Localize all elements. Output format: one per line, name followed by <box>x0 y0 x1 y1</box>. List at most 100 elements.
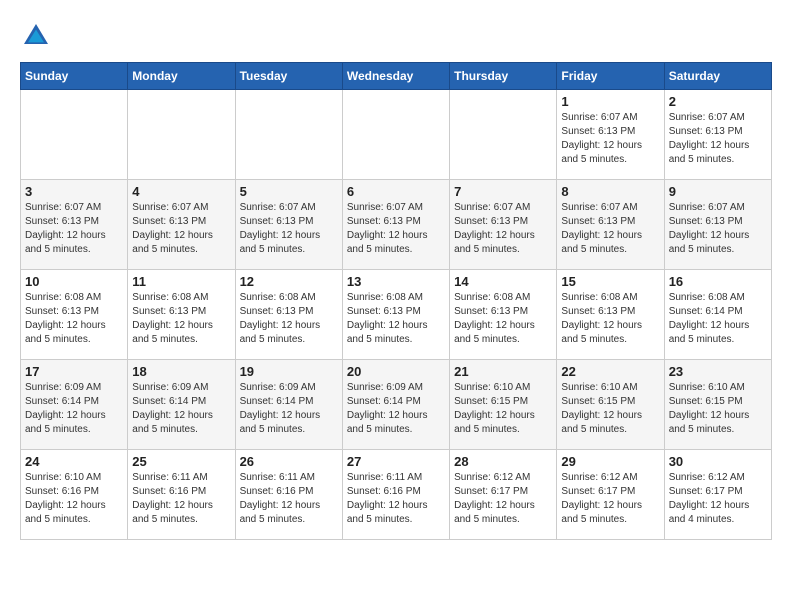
calendar-cell: 20 Sunrise: 6:09 AMSunset: 6:14 PMDayligh… <box>342 360 449 450</box>
day-info: Sunrise: 6:08 AMSunset: 6:13 PMDaylight:… <box>454 291 552 347</box>
calendar-cell: 19 Sunrise: 6:09 AMSunset: 6:14 PMDayligh… <box>235 360 342 450</box>
week-row-4: 24Sunrise: 6:10 AMSunset: 6:16 PMDayligh… <box>21 450 772 540</box>
day-number: 14 <box>454 274 552 289</box>
calendar-cell: 2 Sunrise: 6:07 AMSunset: 6:13 PMDaylight… <box>664 90 771 180</box>
day-info: Sunrise: 6:08 AMSunset: 6:14 PMDaylight:… <box>669 291 767 347</box>
calendar-cell: 16 Sunrise: 6:08 AMSunset: 6:14 PMDayligh… <box>664 270 771 360</box>
day-info: Sunrise: 6:09 AMSunset: 6:14 PMDaylight:… <box>132 381 230 437</box>
calendar-cell: 14 Sunrise: 6:08 AMSunset: 6:13 PMDayligh… <box>450 270 557 360</box>
day-info: Sunrise: 6:12 AMSunset: 6:17 PMDaylight:… <box>561 471 659 527</box>
day-info: Sunrise: 6:11 AMSunset: 6:16 PMDaylight:… <box>132 471 230 527</box>
calendar-cell: 6 Sunrise: 6:07 AMSunset: 6:13 PMDaylight… <box>342 180 449 270</box>
day-info: Sunrise: 6:08 AMSunset: 6:13 PMDaylight:… <box>347 291 445 347</box>
day-number: 7 <box>454 184 552 199</box>
day-info: Sunrise: 6:07 AMSunset: 6:13 PMDaylight:… <box>454 201 552 257</box>
calendar-cell: 17 Sunrise: 6:09 AMSunset: 6:14 PMDayligh… <box>21 360 128 450</box>
week-row-0: 1 Sunrise: 6:07 AMSunset: 6:13 PMDaylight… <box>21 90 772 180</box>
calendar-cell <box>342 90 449 180</box>
calendar-cell: 15Sunrise: 6:08 AMSunset: 6:13 PMDayligh… <box>557 270 664 360</box>
day-info: Sunrise: 6:07 AMSunset: 6:13 PMDaylight:… <box>132 201 230 257</box>
day-number: 19 <box>240 364 338 379</box>
day-info: Sunrise: 6:08 AMSunset: 6:13 PMDaylight:… <box>25 291 123 347</box>
day-info: Sunrise: 6:07 AMSunset: 6:13 PMDaylight:… <box>669 111 767 167</box>
day-info: Sunrise: 6:08 AMSunset: 6:13 PMDaylight:… <box>561 291 659 347</box>
day-number: 22 <box>561 364 659 379</box>
day-info: Sunrise: 6:12 AMSunset: 6:17 PMDaylight:… <box>669 471 767 527</box>
calendar-cell: 27 Sunrise: 6:11 AMSunset: 6:16 PMDayligh… <box>342 450 449 540</box>
day-number: 27 <box>347 454 445 469</box>
calendar-cell: 28Sunrise: 6:12 AMSunset: 6:17 PMDayligh… <box>450 450 557 540</box>
day-info: Sunrise: 6:09 AMSunset: 6:14 PMDaylight:… <box>25 381 123 437</box>
day-number: 1 <box>561 94 659 109</box>
day-number: 18 <box>132 364 230 379</box>
calendar-cell: 23 Sunrise: 6:10 AMSunset: 6:15 PMDayligh… <box>664 360 771 450</box>
day-info: Sunrise: 6:11 AMSunset: 6:16 PMDaylight:… <box>240 471 338 527</box>
day-number: 9 <box>669 184 767 199</box>
logo <box>20 20 56 52</box>
day-number: 8 <box>561 184 659 199</box>
day-info: Sunrise: 6:07 AMSunset: 6:13 PMDaylight:… <box>561 111 659 167</box>
day-number: 3 <box>25 184 123 199</box>
day-number: 17 <box>25 364 123 379</box>
calendar-cell: 24Sunrise: 6:10 AMSunset: 6:16 PMDayligh… <box>21 450 128 540</box>
calendar-body: 1 Sunrise: 6:07 AMSunset: 6:13 PMDaylight… <box>21 90 772 540</box>
calendar-cell: 18 Sunrise: 6:09 AMSunset: 6:14 PMDayligh… <box>128 360 235 450</box>
calendar-cell: 3 Sunrise: 6:07 AMSunset: 6:13 PMDaylight… <box>21 180 128 270</box>
day-number: 23 <box>669 364 767 379</box>
day-info: Sunrise: 6:07 AMSunset: 6:13 PMDaylight:… <box>669 201 767 257</box>
header-day-tuesday: Tuesday <box>235 63 342 90</box>
day-info: Sunrise: 6:07 AMSunset: 6:13 PMDaylight:… <box>240 201 338 257</box>
day-info: Sunrise: 6:08 AMSunset: 6:13 PMDaylight:… <box>132 291 230 347</box>
header-day-thursday: Thursday <box>450 63 557 90</box>
calendar-cell: 1 Sunrise: 6:07 AMSunset: 6:13 PMDaylight… <box>557 90 664 180</box>
calendar-cell: 5 Sunrise: 6:07 AMSunset: 6:13 PMDaylight… <box>235 180 342 270</box>
day-info: Sunrise: 6:07 AMSunset: 6:13 PMDaylight:… <box>561 201 659 257</box>
calendar-cell <box>450 90 557 180</box>
week-row-3: 17 Sunrise: 6:09 AMSunset: 6:14 PMDayligh… <box>21 360 772 450</box>
day-number: 28 <box>454 454 552 469</box>
calendar-cell: 4 Sunrise: 6:07 AMSunset: 6:13 PMDaylight… <box>128 180 235 270</box>
calendar-cell: 8 Sunrise: 6:07 AMSunset: 6:13 PMDaylight… <box>557 180 664 270</box>
day-info: Sunrise: 6:09 AMSunset: 6:14 PMDaylight:… <box>240 381 338 437</box>
header-day-wednesday: Wednesday <box>342 63 449 90</box>
day-number: 13 <box>347 274 445 289</box>
day-info: Sunrise: 6:11 AMSunset: 6:16 PMDaylight:… <box>347 471 445 527</box>
day-info: Sunrise: 6:08 AMSunset: 6:13 PMDaylight:… <box>240 291 338 347</box>
day-number: 6 <box>347 184 445 199</box>
day-info: Sunrise: 6:07 AMSunset: 6:13 PMDaylight:… <box>347 201 445 257</box>
header-day-saturday: Saturday <box>664 63 771 90</box>
day-number: 4 <box>132 184 230 199</box>
calendar-cell: 12 Sunrise: 6:08 AMSunset: 6:13 PMDayligh… <box>235 270 342 360</box>
calendar-cell: 29 Sunrise: 6:12 AMSunset: 6:17 PMDayligh… <box>557 450 664 540</box>
day-number: 29 <box>561 454 659 469</box>
day-number: 20 <box>347 364 445 379</box>
day-info: Sunrise: 6:07 AMSunset: 6:13 PMDaylight:… <box>25 201 123 257</box>
day-number: 12 <box>240 274 338 289</box>
page-header <box>20 20 772 52</box>
calendar-cell: 13 Sunrise: 6:08 AMSunset: 6:13 PMDayligh… <box>342 270 449 360</box>
week-row-2: 10 Sunrise: 6:08 AMSunset: 6:13 PMDayligh… <box>21 270 772 360</box>
calendar-cell: 25 Sunrise: 6:11 AMSunset: 6:16 PMDayligh… <box>128 450 235 540</box>
day-number: 26 <box>240 454 338 469</box>
calendar-cell: 9 Sunrise: 6:07 AMSunset: 6:13 PMDaylight… <box>664 180 771 270</box>
calendar-cell: 11 Sunrise: 6:08 AMSunset: 6:13 PMDayligh… <box>128 270 235 360</box>
calendar-cell <box>21 90 128 180</box>
day-number: 25 <box>132 454 230 469</box>
day-number: 16 <box>669 274 767 289</box>
day-info: Sunrise: 6:09 AMSunset: 6:14 PMDaylight:… <box>347 381 445 437</box>
calendar-table: SundayMondayTuesdayWednesdayThursdayFrid… <box>20 62 772 540</box>
calendar-cell: 26 Sunrise: 6:11 AMSunset: 6:16 PMDayligh… <box>235 450 342 540</box>
calendar-cell: 30Sunrise: 6:12 AMSunset: 6:17 PMDayligh… <box>664 450 771 540</box>
header-day-friday: Friday <box>557 63 664 90</box>
day-number: 10 <box>25 274 123 289</box>
day-number: 2 <box>669 94 767 109</box>
day-number: 21 <box>454 364 552 379</box>
day-info: Sunrise: 6:10 AMSunset: 6:15 PMDaylight:… <box>454 381 552 437</box>
week-row-1: 3 Sunrise: 6:07 AMSunset: 6:13 PMDaylight… <box>21 180 772 270</box>
day-number: 11 <box>132 274 230 289</box>
day-info: Sunrise: 6:10 AMSunset: 6:15 PMDaylight:… <box>669 381 767 437</box>
calendar-cell <box>128 90 235 180</box>
day-number: 24 <box>25 454 123 469</box>
day-number: 5 <box>240 184 338 199</box>
calendar-cell: 21 Sunrise: 6:10 AMSunset: 6:15 PMDayligh… <box>450 360 557 450</box>
